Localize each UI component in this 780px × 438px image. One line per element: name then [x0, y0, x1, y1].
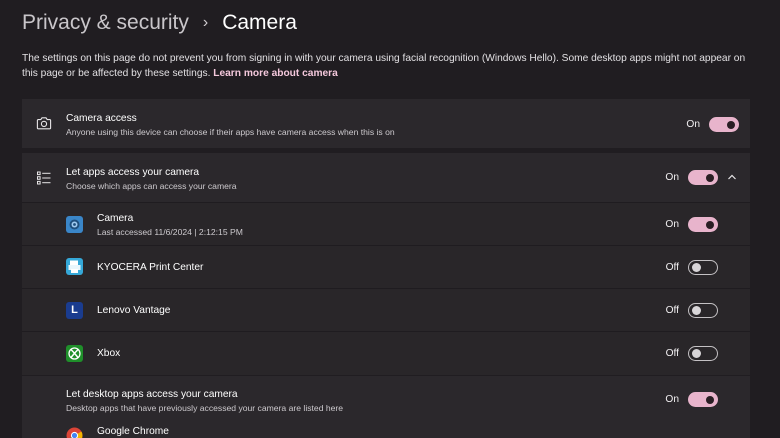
toggle-knob: [692, 306, 701, 315]
lenovo-vantage-app-icon: L: [66, 302, 83, 319]
toggle-knob: [706, 220, 714, 229]
apps-access-toggle[interactable]: [688, 170, 718, 185]
breadcrumb-parent[interactable]: Privacy & security: [22, 11, 189, 35]
camera-access-toggle[interactable]: [709, 117, 739, 132]
app-row-kyocera: KYOCERA Print Center Off: [22, 246, 750, 288]
camera-lens-icon: [69, 219, 80, 230]
xbox-app-icon: [66, 345, 83, 362]
apps-access-header[interactable]: Let apps access your camera Choose which…: [22, 153, 750, 203]
camera-app-icon: [66, 216, 83, 233]
kyocera-app-icon: [66, 258, 83, 275]
desktop-apps-card: Let desktop apps access your camera Desk…: [22, 376, 750, 438]
desktop-apps-title: Let desktop apps access your camera: [66, 389, 238, 400]
chrome-app-icon: [66, 427, 83, 438]
app-row-lenovo-vantage: L Lenovo Vantage Off: [22, 289, 750, 331]
app-row-camera: Camera Last accessed 11/6/2024 | 2:12:15…: [22, 203, 750, 245]
app-name: Camera: [97, 213, 134, 224]
camera-app-toggle[interactable]: [688, 217, 718, 232]
list-icon: [37, 171, 51, 185]
apps-access-card: Let apps access your camera Choose which…: [22, 153, 750, 375]
camera-access-state: On: [686, 119, 700, 130]
camera-access-description: Anyone using this device can choose if t…: [66, 127, 395, 137]
desktop-apps-header[interactable]: Let desktop apps access your camera Desk…: [22, 376, 750, 422]
xbox-app-toggle[interactable]: [688, 346, 718, 361]
toggle-knob: [706, 173, 714, 182]
app-name: Xbox: [97, 348, 121, 359]
toggle-knob: [706, 395, 714, 404]
app-name: Google Chrome: [97, 426, 169, 437]
app-state: On: [665, 219, 679, 230]
camera-icon: [36, 117, 52, 130]
desktop-apps-state: On: [665, 394, 679, 405]
intro-text: The settings on this page do not prevent…: [22, 51, 762, 81]
app-row-xbox: Xbox Off: [22, 332, 750, 375]
apps-access-description: Choose which apps can access your camera: [66, 181, 237, 191]
toggle-knob: [727, 120, 735, 129]
app-last-accessed: Last accessed 11/6/2024 | 2:12:15 PM: [97, 227, 243, 237]
app-name: Lenovo Vantage: [97, 305, 171, 316]
chevron-right-icon: ›: [202, 14, 209, 31]
apps-access-title: Let apps access your camera: [66, 167, 200, 178]
page-title: Camera: [222, 11, 297, 34]
camera-access-card[interactable]: Camera access Anyone using this device c…: [22, 99, 750, 148]
app-state: Off: [665, 348, 679, 359]
breadcrumb: Privacy & security › Camera: [22, 6, 297, 40]
app-state: Off: [665, 305, 679, 316]
printer-icon: [68, 260, 81, 273]
lenovo-vantage-app-toggle[interactable]: [688, 303, 718, 318]
chevron-up-icon[interactable]: [727, 173, 737, 181]
camera-access-title: Camera access: [66, 113, 137, 124]
apps-access-state: On: [665, 172, 679, 183]
toggle-knob: [692, 349, 701, 358]
learn-more-link[interactable]: Learn more about camera: [213, 68, 338, 79]
desktop-apps-description: Desktop apps that have previously access…: [66, 403, 344, 413]
desktop-apps-toggle[interactable]: [688, 392, 718, 407]
settings-page: Privacy & security › Camera The settings…: [0, 0, 780, 438]
intro-description: The settings on this page do not prevent…: [22, 53, 746, 79]
lenovo-letter: L: [71, 304, 78, 316]
desktop-app-row-chrome: Google Chrome: [22, 423, 750, 438]
app-name: KYOCERA Print Center: [97, 262, 204, 273]
app-state: Off: [665, 262, 679, 273]
xbox-logo-icon: [68, 347, 81, 360]
toggle-knob: [692, 263, 701, 272]
kyocera-app-toggle[interactable]: [688, 260, 718, 275]
